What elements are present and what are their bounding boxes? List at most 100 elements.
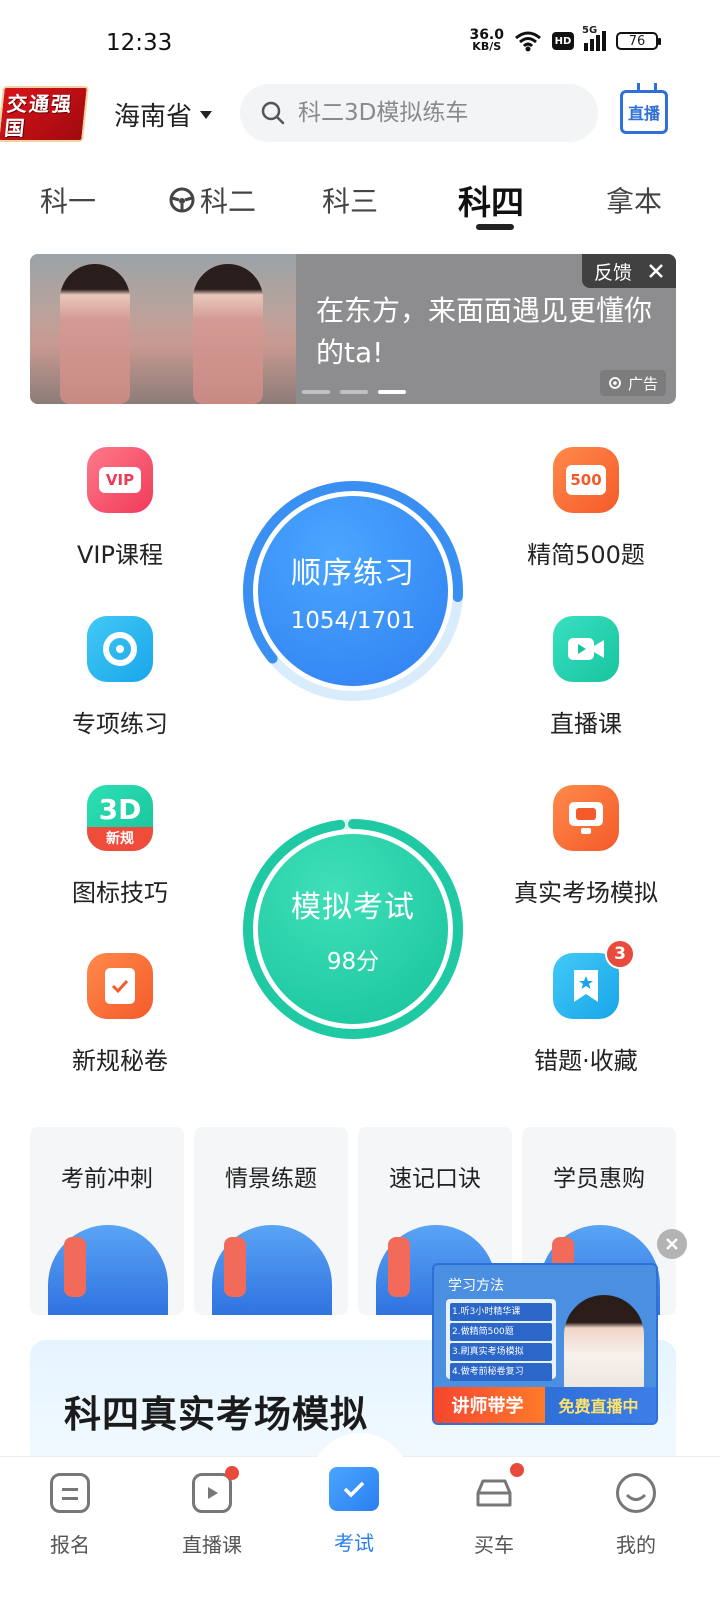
nav-label: 报名 — [50, 1533, 90, 1557]
video-camera-icon — [553, 616, 619, 682]
person-illustration — [224, 1237, 246, 1297]
jingjian-500-entry[interactable]: 500 精简500题 — [496, 447, 676, 570]
study-step: 4.做考前秘卷复习 — [450, 1363, 552, 1381]
real-exam-label: 真实考场模拟 — [514, 879, 658, 907]
nav-label: 考试 — [334, 1531, 374, 1555]
video-ad-title: 学习方法 — [448, 1278, 504, 1294]
live-course-entry[interactable]: 直播课 — [496, 616, 676, 739]
tab-subject-3[interactable]: 科三 — [322, 180, 378, 220]
practice-title: 顺序练习 — [291, 556, 415, 591]
promo-label: 学员惠购 — [553, 1166, 645, 1192]
sequential-practice-button[interactable]: 顺序练习 1054/1701 — [240, 478, 466, 704]
500-icon: 500 — [553, 447, 619, 513]
jingjian-label: 精简500题 — [527, 541, 645, 569]
person-illustration — [64, 1237, 86, 1297]
vip-icon: VIP — [87, 447, 153, 513]
province-selector[interactable]: 海南省 — [114, 96, 213, 133]
tab-label: 拿本 — [606, 185, 663, 218]
nav-label: 买车 — [474, 1533, 514, 1557]
nav-exam[interactable]: 考试 — [294, 1467, 414, 1556]
tab-subject-1[interactable]: 科一 — [40, 180, 96, 220]
video-ad-right-tag: 免费直播中 — [558, 1397, 639, 1416]
net-speed: 36.0 KB/S — [469, 28, 504, 53]
nav-label: 直播课 — [182, 1533, 242, 1557]
tab-subject-2[interactable]: 科二 — [168, 180, 256, 220]
vip-course-entry[interactable]: VIP VIP课程 — [30, 447, 210, 570]
nav-label: 我的 — [616, 1533, 656, 1557]
mock-exam-button[interactable]: 模拟考试 98分 — [240, 816, 466, 1042]
study-step: 1.听3小时精华课 — [450, 1303, 552, 1321]
secret-paper-label: 新规秘卷 — [72, 1047, 168, 1075]
500-icon-text: 500 — [566, 465, 606, 495]
banner-photo-2 — [163, 254, 296, 404]
search-icon — [261, 101, 285, 125]
promo-card-scenario[interactable]: 情景练题 — [194, 1127, 348, 1315]
caret-down-icon — [200, 110, 213, 119]
bottom-navigation: 报名 直播课 考试 买车 我的 — [0, 1433, 720, 1600]
tab-label: 科二 — [200, 185, 257, 218]
banner-text: 在东方，来面面遇见更懂你的ta! — [316, 294, 653, 369]
banner-photo-1 — [30, 254, 163, 404]
new-rules-badge: 新规 — [87, 827, 153, 851]
bookmark-star-icon: 3 — [553, 939, 635, 1019]
province-label: 海南省 — [114, 102, 193, 132]
promo-label: 情景练题 — [225, 1166, 317, 1192]
video-ad-left-tag: 讲师带学 — [451, 1396, 524, 1417]
status-icons: 36.0 KB/S HD 5G 76 — [469, 25, 661, 53]
secret-paper-entry[interactable]: 新规秘卷 — [30, 953, 210, 1076]
special-practice-entry[interactable]: 专项练习 — [30, 616, 210, 739]
signal-icon: 5G — [582, 25, 606, 51]
battery-indicator: 76 — [616, 32, 661, 50]
steering-wheel-icon — [169, 187, 195, 213]
live-tv-label: 直播 — [627, 104, 660, 123]
study-step: 2.做精简500题 — [450, 1323, 552, 1341]
hd-badge: HD — [552, 32, 574, 50]
nav-buy-car[interactable]: 买车 — [434, 1463, 554, 1558]
smile-icon — [616, 1473, 656, 1513]
notification-dot — [510, 1463, 524, 1477]
nav-signup[interactable]: 报名 — [10, 1473, 130, 1558]
nav-profile[interactable]: 我的 — [576, 1473, 696, 1558]
close-icon — [666, 1238, 678, 1250]
mock-score: 98分 — [326, 949, 380, 975]
tab-label: 科四 — [458, 183, 524, 222]
carousel-dot — [340, 390, 368, 394]
promo-label: 速记口诀 — [389, 1166, 481, 1192]
notification-dot — [225, 1466, 239, 1480]
tab-license[interactable]: 拿本 — [606, 180, 662, 220]
mistakes-label: 错题·收藏 — [534, 1047, 638, 1075]
practice-progress-text: 1054/1701 — [290, 608, 416, 634]
form-icon — [50, 1473, 90, 1513]
search-input[interactable] — [298, 100, 578, 126]
app-header: 交通强国 海南省 直播 — [0, 80, 720, 150]
mistakes-favorites-entry[interactable]: 3 错题·收藏 — [496, 939, 676, 1076]
status-time: 12:33 — [106, 30, 173, 56]
feedback-close-button[interactable]: 反馈 — [581, 254, 676, 288]
video-ad-strip: 讲师带学 免费直播中 — [434, 1387, 656, 1423]
mock-inner: 模拟考试 98分 — [258, 834, 448, 1024]
wifi-icon — [515, 31, 541, 52]
vip-label: VIP课程 — [77, 541, 163, 569]
close-video-ad-button[interactable] — [657, 1229, 687, 1259]
banner-ad[interactable]: 在东方，来面面遇见更懂你的ta! 反馈 广告 — [30, 254, 676, 404]
floating-video-ad[interactable]: 学习方法 1.听3小时精华课 2.做精简500题 3.刷真实考场模拟 4.做考前… — [432, 1263, 658, 1425]
tv-play-icon — [192, 1466, 239, 1513]
vip-icon-text: VIP — [99, 467, 141, 493]
icon-tips-entry[interactable]: 3D 新规 图标技巧 — [30, 785, 210, 908]
tab-label: 科一 — [40, 185, 97, 218]
study-steps-board: 1.听3小时精华课 2.做精简500题 3.刷真实考场模拟 4.做考前秘卷复习 — [446, 1299, 556, 1381]
nav-live-course[interactable]: 直播课 — [152, 1466, 272, 1558]
net-speed-unit: KB/S — [472, 40, 502, 53]
subject-tabs: 科一 科二 科三 科四 拿本 — [0, 170, 720, 234]
person-illustration — [388, 1237, 410, 1297]
ad-label: 广告 — [627, 374, 658, 393]
clipboard-check-icon — [87, 953, 153, 1019]
exam-card-title: 科四真实考场模拟 — [64, 1393, 368, 1436]
search-bar[interactable] — [240, 84, 598, 142]
study-step: 3.刷真实考场模拟 — [450, 1343, 552, 1361]
promo-card-sprint[interactable]: 考前冲刺 — [30, 1127, 184, 1315]
tab-subject-4[interactable]: 科四 — [458, 176, 524, 224]
carousel-dots — [302, 390, 406, 394]
real-exam-entry[interactable]: 真实考场模拟 — [496, 785, 676, 908]
live-tv-button[interactable]: 直播 — [620, 90, 668, 134]
